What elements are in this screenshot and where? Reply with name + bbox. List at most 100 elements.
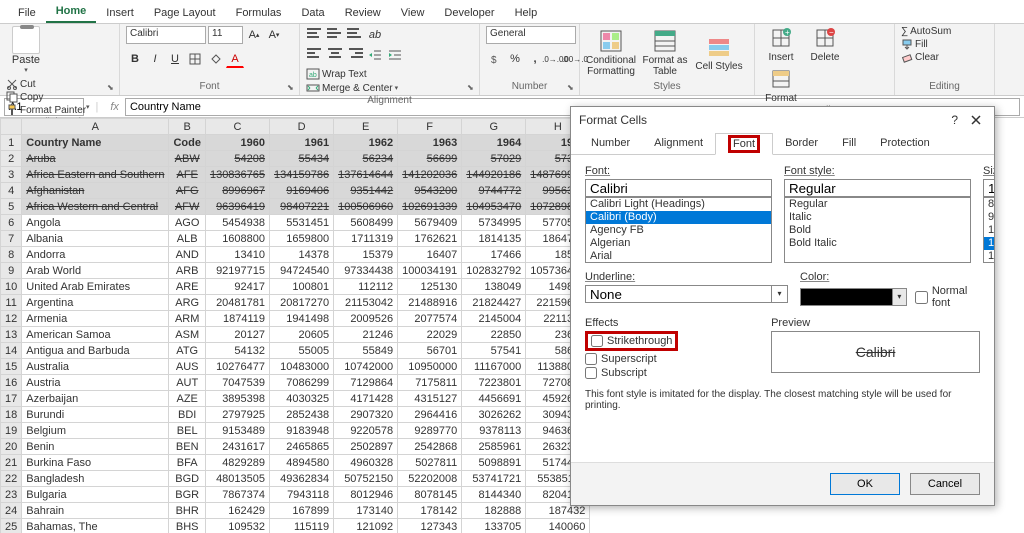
cell[interactable]: 22029 — [398, 327, 462, 343]
font-style-listbox[interactable]: RegularItalicBoldBold Italic — [784, 197, 971, 263]
cell[interactable]: AFE — [169, 167, 206, 183]
cell[interactable]: 1659800 — [270, 231, 334, 247]
cell[interactable]: 49362834 — [270, 471, 334, 487]
cell[interactable]: Aruba — [22, 151, 169, 167]
cell[interactable]: 14378 — [270, 247, 334, 263]
cell[interactable]: 16407 — [398, 247, 462, 263]
cell[interactable]: 144920186 — [462, 167, 526, 183]
cell[interactable]: BGD — [169, 471, 206, 487]
format-cells-button[interactable]: Format — [761, 67, 801, 104]
cell[interactable]: AFW — [169, 199, 206, 215]
font-name-input[interactable] — [585, 179, 772, 197]
cell[interactable]: ARE — [169, 279, 206, 295]
cell[interactable]: 21246 — [334, 327, 398, 343]
cell[interactable]: 2852438 — [270, 407, 334, 423]
subscript-checkbox[interactable] — [585, 367, 597, 379]
cell[interactable]: ASM — [169, 327, 206, 343]
list-item[interactable]: Arial — [586, 250, 771, 263]
cell[interactable]: 2964416 — [398, 407, 462, 423]
font-style-input[interactable] — [784, 179, 971, 197]
cell[interactable]: 5531451 — [270, 215, 334, 231]
cell[interactable]: 52202008 — [398, 471, 462, 487]
row-header[interactable]: 19 — [1, 423, 22, 439]
tab-developer[interactable]: Developer — [434, 3, 504, 23]
align-top-button[interactable] — [306, 26, 324, 44]
cell[interactable]: 94724540 — [270, 263, 334, 279]
cell[interactable]: 1960 — [205, 135, 269, 151]
cell[interactable]: 7867374 — [205, 487, 269, 503]
cell[interactable]: 53741721 — [462, 471, 526, 487]
cell[interactable]: Africa Western and Central — [22, 199, 169, 215]
cell[interactable]: Africa Eastern and Southern — [22, 167, 169, 183]
cell[interactable]: 3895398 — [205, 391, 269, 407]
cell[interactable]: 9153489 — [205, 423, 269, 439]
format-painter-button[interactable]: Format Painter — [6, 104, 86, 116]
clear-button[interactable]: Clear — [901, 51, 939, 63]
cell[interactable]: 11167000 — [462, 359, 526, 375]
accounting-format-button[interactable]: $ — [486, 50, 504, 68]
row-header[interactable]: 25 — [1, 519, 22, 533]
cell[interactable]: 7129864 — [334, 375, 398, 391]
cell[interactable]: 112112 — [334, 279, 398, 295]
cell[interactable]: United Arab Emirates — [22, 279, 169, 295]
align-bottom-button[interactable] — [346, 26, 364, 44]
cell[interactable]: 9289770 — [398, 423, 462, 439]
dialog-tab-number[interactable]: Number — [579, 133, 642, 154]
cell[interactable]: 2797925 — [205, 407, 269, 423]
row-header[interactable]: 14 — [1, 343, 22, 359]
list-item[interactable]: Bold Italic — [785, 237, 970, 250]
cell[interactable]: 100034191 — [398, 263, 462, 279]
cell[interactable]: 5027811 — [398, 455, 462, 471]
cell[interactable]: 104953470 — [462, 199, 526, 215]
cell[interactable]: 13410 — [205, 247, 269, 263]
cell[interactable]: 8078145 — [398, 487, 462, 503]
cell[interactable]: 55434 — [270, 151, 334, 167]
cell[interactable]: 1874119 — [205, 311, 269, 327]
cell[interactable]: 1963 — [398, 135, 462, 151]
cell[interactable]: BGR — [169, 487, 206, 503]
font-launcher-icon[interactable]: ⬊ — [287, 83, 297, 93]
tab-review[interactable]: Review — [335, 3, 391, 23]
cell[interactable]: 7086299 — [270, 375, 334, 391]
paste-button[interactable]: Paste ▾ — [6, 26, 46, 74]
font-color-button[interactable]: A — [226, 50, 244, 68]
cell[interactable]: 7047539 — [205, 375, 269, 391]
cell[interactable]: AZE — [169, 391, 206, 407]
list-item[interactable]: Algerian — [586, 237, 771, 250]
font-size-listbox[interactable]: 8910111214 — [983, 197, 994, 263]
cell[interactable]: 54132 — [205, 343, 269, 359]
cell[interactable]: Azerbaijan — [22, 391, 169, 407]
cell[interactable]: 167899 — [270, 503, 334, 519]
percent-button[interactable]: % — [506, 50, 524, 68]
align-left-button[interactable] — [306, 46, 324, 64]
row-header[interactable]: 13 — [1, 327, 22, 343]
cell[interactable]: 140060 — [526, 519, 590, 533]
cell[interactable]: 127343 — [398, 519, 462, 533]
align-middle-button[interactable] — [326, 26, 344, 44]
cell[interactable]: 20481781 — [205, 295, 269, 311]
list-item[interactable]: 9 — [984, 211, 994, 224]
cell[interactable]: Burundi — [22, 407, 169, 423]
cell[interactable]: 1762621 — [398, 231, 462, 247]
cell[interactable]: 7943118 — [270, 487, 334, 503]
border-button[interactable] — [186, 50, 204, 68]
row-header[interactable]: 3 — [1, 167, 22, 183]
cell[interactable]: 97334438 — [334, 263, 398, 279]
row-header[interactable]: 7 — [1, 231, 22, 247]
tab-insert[interactable]: Insert — [96, 3, 144, 23]
cell[interactable]: ALB — [169, 231, 206, 247]
autosum-button[interactable]: ∑ AutoSum — [901, 26, 951, 37]
cell[interactable]: 10483000 — [270, 359, 334, 375]
cell[interactable]: 7175811 — [398, 375, 462, 391]
cell[interactable]: 4315127 — [398, 391, 462, 407]
list-item[interactable]: Regular — [785, 198, 970, 211]
decrease-indent-button[interactable] — [366, 46, 384, 64]
cell[interactable]: 102832792 — [462, 263, 526, 279]
cell[interactable]: 1962 — [334, 135, 398, 151]
cell[interactable]: 8144340 — [462, 487, 526, 503]
cell[interactable]: BHS — [169, 519, 206, 533]
cell[interactable]: 21153042 — [334, 295, 398, 311]
cell[interactable]: 102691339 — [398, 199, 462, 215]
normal-font-checkbox[interactable] — [915, 291, 928, 304]
cell[interactable]: 1608800 — [205, 231, 269, 247]
